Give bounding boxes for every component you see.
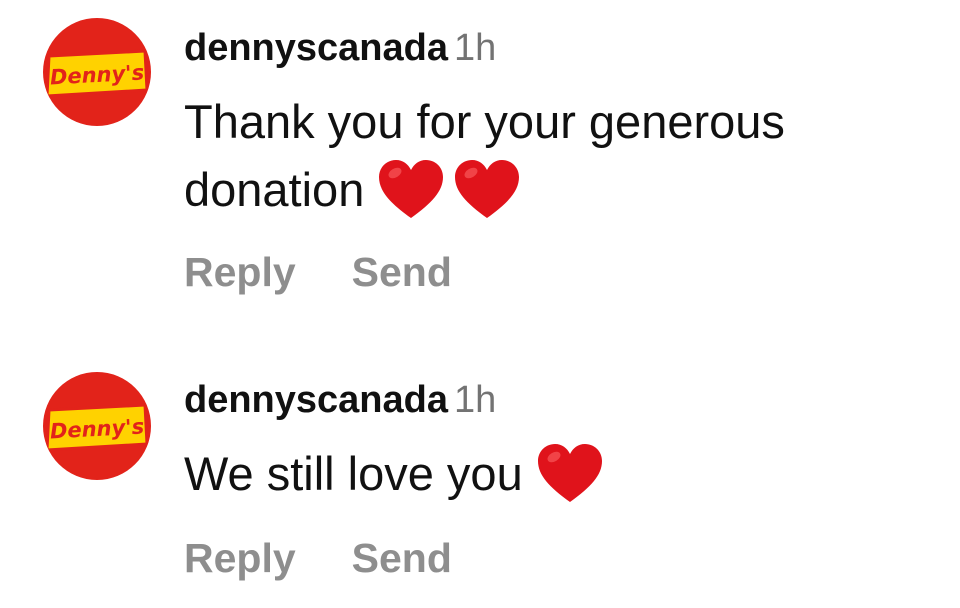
timestamp: 1h — [454, 379, 497, 421]
send-button[interactable]: Send — [352, 249, 452, 295]
comment-header: dennyscanada 1h — [184, 26, 496, 70]
red-heart-icon — [537, 443, 603, 505]
avatar[interactable]: Denny's — [43, 18, 151, 126]
comment-text: We still love you — [184, 447, 523, 500]
timestamp: 1h — [454, 27, 497, 69]
comment-item: Denny's dennyscanada 1h We still love you… — [0, 340, 960, 608]
red-heart-icon — [454, 159, 520, 221]
comment-header: dennyscanada 1h — [184, 378, 496, 422]
svg-text:Denny's: Denny's — [49, 61, 144, 90]
reply-button[interactable]: Reply — [184, 535, 296, 581]
dennys-logo: Denny's — [45, 403, 149, 452]
comment-actions: Reply Send — [184, 248, 452, 296]
dennys-logo: Denny's — [45, 49, 149, 98]
comment-actions: Reply Send — [184, 534, 452, 582]
reply-button[interactable]: Reply — [184, 249, 296, 295]
username[interactable]: dennyscanada — [184, 27, 448, 69]
send-button[interactable]: Send — [352, 535, 452, 581]
comment-item: Denny's dennyscanada 1h Thank you for you… — [0, 0, 960, 320]
avatar[interactable]: Denny's — [43, 372, 151, 480]
comment-body: Thank you for your generous donation — [184, 88, 944, 225]
red-heart-icon — [378, 159, 444, 221]
username[interactable]: dennyscanada — [184, 379, 448, 421]
comment-body: We still love you — [184, 440, 944, 509]
svg-text:Denny's: Denny's — [49, 415, 144, 444]
